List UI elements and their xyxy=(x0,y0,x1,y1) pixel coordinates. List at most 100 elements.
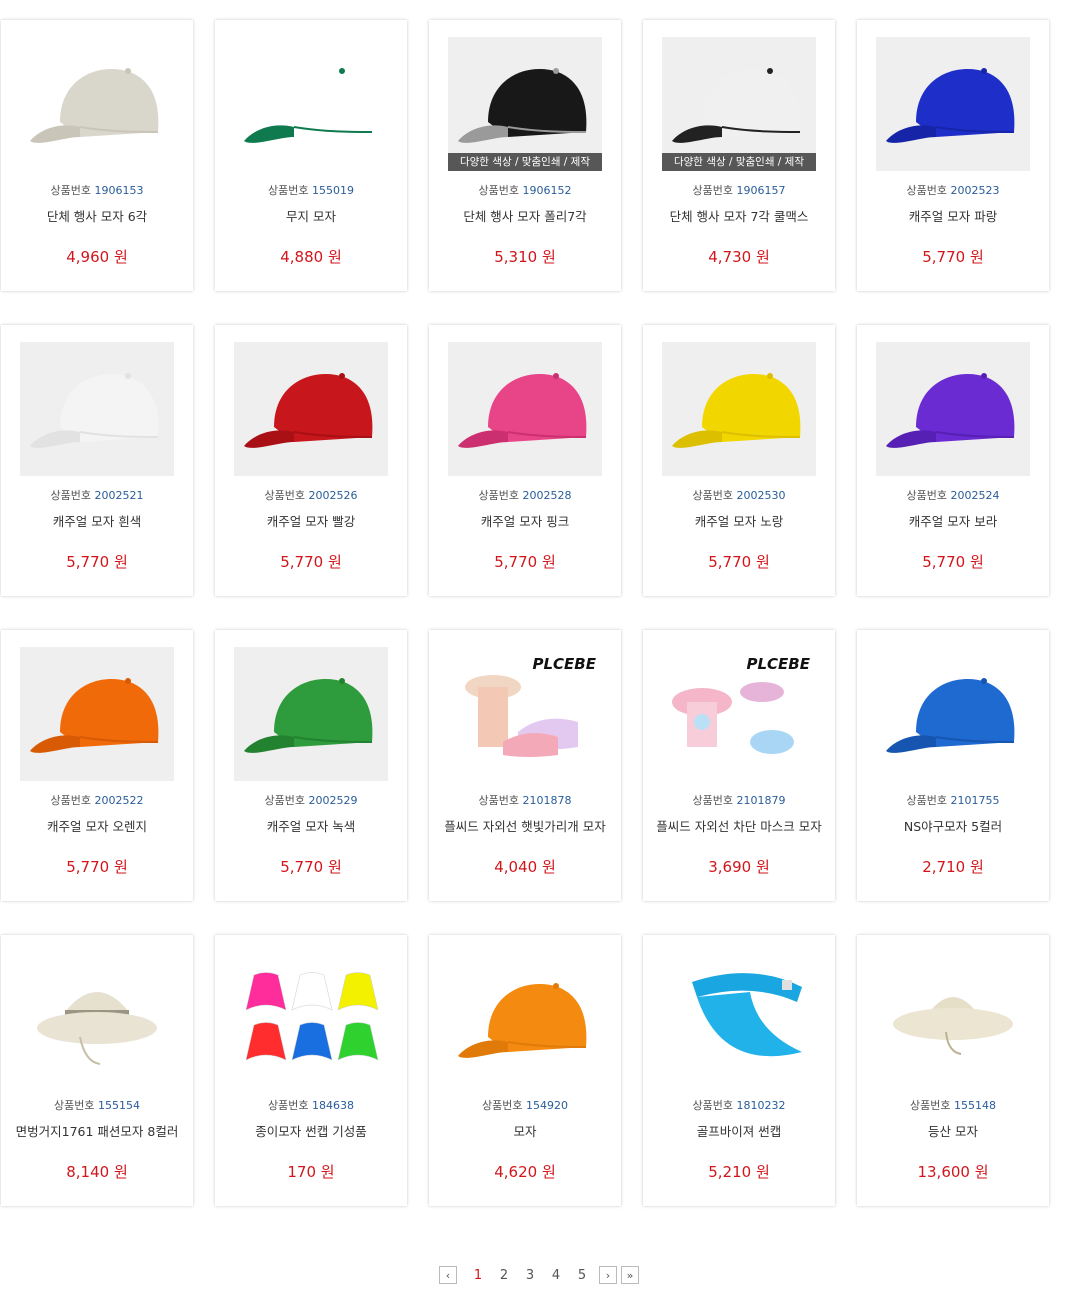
cap-image xyxy=(876,647,1030,781)
product-code: 상품번호 155148 xyxy=(857,1097,1049,1113)
product-name[interactable]: 캐주얼 모자 노랑 xyxy=(643,511,835,530)
product-card[interactable]: 상품번호 155154 면벙거지1761 패션모자 8컬러 8,140 원 xyxy=(1,935,193,1206)
product-code-number: 184638 xyxy=(311,1099,354,1112)
double-chevron-right-icon: » xyxy=(626,1268,634,1282)
page-1-link[interactable]: 1 xyxy=(465,1268,491,1283)
product-code-number: 155019 xyxy=(311,184,354,197)
product-image[interactable] xyxy=(20,342,174,476)
page-3-link[interactable]: 3 xyxy=(517,1268,543,1283)
product-card[interactable]: 상품번호 2002529 캐주얼 모자 녹색 5,770 원 xyxy=(215,630,407,901)
product-price: 13,600 원 xyxy=(917,1163,989,1181)
product-card[interactable]: 상품번호 2101755 NS야구모자 5컬러 2,710 원 xyxy=(857,630,1049,901)
product-name[interactable]: 모자 xyxy=(429,1121,621,1140)
product-code-label: 상품번호 xyxy=(906,184,951,197)
prev-page-button[interactable]: ‹ xyxy=(439,1266,457,1284)
product-card[interactable]: PLCEBE 상품번호 2101879 플씨드 자외선 차단 마스크 모자 3,69… xyxy=(643,630,835,901)
product-code: 상품번호 1906157 xyxy=(643,182,835,198)
product-name[interactable]: 캐주얼 모자 핑크 xyxy=(429,511,621,530)
product-image[interactable] xyxy=(876,647,1030,781)
product-card[interactable]: 상품번호 2002524 캐주얼 모자 보라 5,770 원 xyxy=(857,325,1049,596)
product-card[interactable]: 상품번호 2002530 캐주얼 모자 노랑 5,770 원 xyxy=(643,325,835,596)
product-code-label: 상품번호 xyxy=(906,794,951,807)
product-code: 상품번호 154920 xyxy=(429,1097,621,1113)
product-card[interactable]: 다양한 색상 / 맞춤인쇄 / 제작상품번호 1906157 단체 행사 모자 7… xyxy=(643,20,835,291)
product-card[interactable]: 상품번호 155019 무지 모자 4,880 원 xyxy=(215,20,407,291)
product-card[interactable]: 상품번호 184638 종이모자 썬캡 기성품 170 원 xyxy=(215,935,407,1206)
product-name[interactable]: 단체 행사 모자 7각 쿨맥스 xyxy=(643,206,835,225)
product-name[interactable]: 종이모자 썬캡 기성품 xyxy=(215,1121,407,1140)
product-code-label: 상품번호 xyxy=(50,184,95,197)
product-code: 상품번호 155154 xyxy=(1,1097,193,1113)
product-price: 2,710 원 xyxy=(922,858,984,876)
product-card[interactable]: 다양한 색상 / 맞춤인쇄 / 제작 상품번호 1906152 단체 행사 모자 폴… xyxy=(429,20,621,291)
product-image[interactable] xyxy=(20,647,174,781)
product-name[interactable]: NS야구모자 5컬러 xyxy=(857,816,1049,835)
product-image[interactable] xyxy=(876,37,1030,171)
product-image[interactable]: 다양한 색상 / 맞춤인쇄 / 제작 xyxy=(662,37,816,171)
product-image[interactable] xyxy=(448,952,602,1086)
product-code-label: 상품번호 xyxy=(906,489,951,502)
product-card[interactable]: PLCEBE 상품번호 2101878 플씨드 자외선 햇빛가리개 모자 4,040… xyxy=(429,630,621,901)
product-card[interactable]: 상품번호 2002523 캐주얼 모자 파랑 5,770 원 xyxy=(857,20,1049,291)
product-code: 상품번호 1906153 xyxy=(1,182,193,198)
product-name[interactable]: 무지 모자 xyxy=(215,206,407,225)
product-code-number: 2002521 xyxy=(94,489,144,502)
product-code-number: 1906157 xyxy=(736,184,786,197)
product-name[interactable]: 플씨드 자외선 차단 마스크 모자 xyxy=(643,816,835,835)
product-name[interactable]: 캐주얼 모자 오렌지 xyxy=(1,816,193,835)
product-price: 5,770 원 xyxy=(922,248,984,266)
page-5-link[interactable]: 5 xyxy=(569,1268,595,1283)
product-image[interactable] xyxy=(234,342,388,476)
product-image[interactable] xyxy=(234,647,388,781)
product-name[interactable]: 캐주얼 모자 보라 xyxy=(857,511,1049,530)
product-code-label: 상품번호 xyxy=(478,489,523,502)
product-card[interactable]: 상품번호 154920 모자 4,620 원 xyxy=(429,935,621,1206)
product-image[interactable] xyxy=(448,342,602,476)
product-image[interactable] xyxy=(876,342,1030,476)
next-page-button[interactable]: › xyxy=(599,1266,617,1284)
product-card[interactable]: 상품번호 1810232 골프바이져 썬캡 5,210 원 xyxy=(643,935,835,1206)
product-image[interactable] xyxy=(876,952,1030,1086)
product-code-number: 2002522 xyxy=(94,794,144,807)
product-name[interactable]: 면벙거지1761 패션모자 8컬러 xyxy=(1,1121,193,1140)
product-card[interactable]: 상품번호 155148 등산 모자 13,600 원 xyxy=(857,935,1049,1206)
product-name[interactable]: 캐주얼 모자 흰색 xyxy=(1,511,193,530)
product-card[interactable]: 상품번호 2002522 캐주얼 모자 오렌지 5,770 원 xyxy=(1,630,193,901)
last-page-button[interactable]: » xyxy=(621,1266,639,1284)
product-code: 상품번호 2101755 xyxy=(857,792,1049,808)
product-price: 4,730 원 xyxy=(708,248,770,266)
product-code-number: 154920 xyxy=(525,1099,568,1112)
product-code-number: 155154 xyxy=(97,1099,140,1112)
product-code-number: 2002530 xyxy=(736,489,786,502)
product-image[interactable]: 다양한 색상 / 맞춤인쇄 / 제작 xyxy=(448,37,602,171)
product-code-number: 2101879 xyxy=(736,794,786,807)
product-code-label: 상품번호 xyxy=(54,1099,98,1112)
product-price: 4,880 원 xyxy=(280,248,342,266)
product-name[interactable]: 등산 모자 xyxy=(857,1121,1049,1140)
page-2-link[interactable]: 2 xyxy=(491,1268,517,1283)
product-code: 상품번호 2002529 xyxy=(215,792,407,808)
product-name[interactable]: 캐주얼 모자 녹색 xyxy=(215,816,407,835)
product-code-number: 2101755 xyxy=(950,794,1000,807)
product-image[interactable] xyxy=(20,952,174,1086)
product-image[interactable] xyxy=(234,952,388,1086)
product-card[interactable]: 상품번호 1906153 단체 행사 모자 6각 4,960 원 xyxy=(1,20,193,291)
product-name[interactable]: 단체 행사 모자 폴리7각 xyxy=(429,206,621,225)
product-image[interactable] xyxy=(234,37,388,171)
product-image[interactable]: PLCEBE xyxy=(448,647,602,781)
product-code-number: 2002526 xyxy=(308,489,358,502)
product-card[interactable]: 상품번호 2002521 캐주얼 모자 흰색 5,770 원 xyxy=(1,325,193,596)
product-card[interactable]: 상품번호 2002526 캐주얼 모자 빨강 5,770 원 xyxy=(215,325,407,596)
product-card[interactable]: 상품번호 2002528 캐주얼 모자 핑크 5,770 원 xyxy=(429,325,621,596)
product-image[interactable] xyxy=(662,952,816,1086)
product-name[interactable]: 골프바이져 썬캡 xyxy=(643,1121,835,1140)
page-4-link[interactable]: 4 xyxy=(543,1268,569,1283)
product-image[interactable]: PLCEBE xyxy=(662,647,816,781)
product-code: 상품번호 184638 xyxy=(215,1097,407,1113)
product-image[interactable] xyxy=(662,342,816,476)
product-name[interactable]: 단체 행사 모자 6각 xyxy=(1,206,193,225)
product-image[interactable] xyxy=(20,37,174,171)
product-name[interactable]: 캐주얼 모자 빨강 xyxy=(215,511,407,530)
product-name[interactable]: 캐주얼 모자 파랑 xyxy=(857,206,1049,225)
product-name[interactable]: 플씨드 자외선 햇빛가리개 모자 xyxy=(429,816,621,835)
